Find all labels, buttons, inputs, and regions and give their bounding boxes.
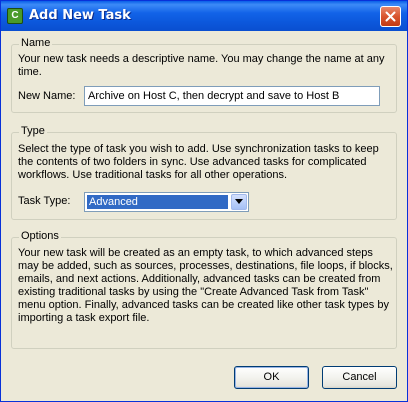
dropdown-button[interactable]	[231, 194, 247, 210]
options-group: Options Your new task will be created as…	[11, 230, 397, 349]
type-group: Type Select the type of task you wish to…	[11, 125, 397, 220]
task-type-label: Task Type:	[18, 195, 71, 207]
close-icon	[385, 11, 396, 22]
name-group-legend: Name	[19, 37, 53, 49]
close-button[interactable]	[380, 6, 401, 27]
ok-button[interactable]: OK	[234, 366, 309, 389]
new-name-label: New Name:	[18, 90, 76, 102]
title-bar[interactable]: C Add New Task	[1, 1, 407, 31]
add-new-task-dialog: C Add New Task Name Your new task needs …	[0, 0, 408, 402]
window-title: Add New Task	[29, 8, 131, 23]
options-group-description: Your new task will be created as an empt…	[18, 247, 393, 324]
type-group-description: Select the type of task you wish to add.…	[18, 143, 379, 181]
chevron-down-icon	[235, 199, 243, 204]
name-group-description: Your new task needs a descriptive name. …	[18, 53, 385, 78]
cancel-button[interactable]: Cancel	[322, 366, 397, 389]
task-type-select[interactable]: Advanced	[84, 192, 249, 212]
new-name-input[interactable]: Archive on Host C, then decrypt and save…	[84, 86, 380, 106]
name-group: Name Your new task needs a descriptive n…	[11, 37, 397, 113]
task-type-selected-value: Advanced	[87, 195, 228, 209]
options-group-legend: Options	[19, 230, 61, 242]
type-group-legend: Type	[19, 125, 47, 137]
app-icon: C	[7, 8, 23, 24]
